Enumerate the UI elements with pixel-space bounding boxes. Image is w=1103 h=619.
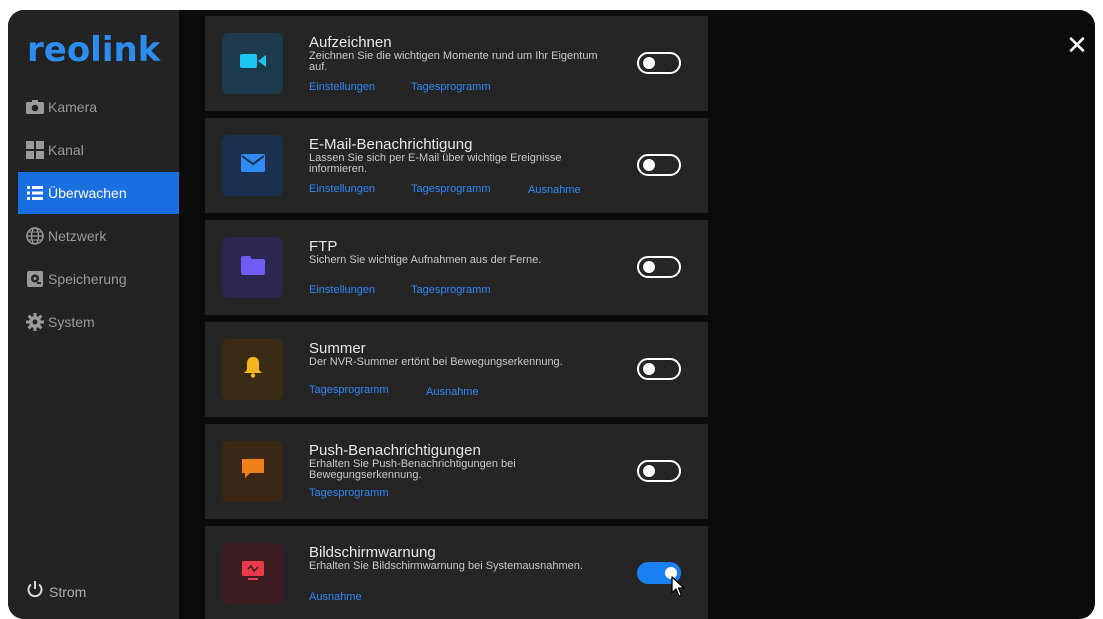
tile [222,237,283,298]
tile [222,543,283,604]
card-email: E-Mail-Benachrichtigung Lassen Sie sich … [205,118,708,213]
toggle-knob [643,57,655,69]
card-description: Zeichnen Sie die wichtigen Momente rund … [309,50,598,73]
link-tagesprogramm[interactable]: Tagesprogramm [309,384,388,396]
sidebar-item-label: Kamera [48,99,98,115]
toggle-push[interactable] [637,460,681,482]
link-einstellungen[interactable]: Einstellungen [309,183,375,195]
power-label: Strom [49,583,87,600]
toggle-knob [643,363,655,375]
sidebar-item-speicherung[interactable]: Speicherung [18,258,179,300]
tile [222,441,283,502]
reolink-logo: reolink [27,30,161,70]
globe-icon [26,227,44,245]
toggle-ftp[interactable] [637,256,681,278]
bell-icon [243,356,263,383]
sidebar-item-kamera[interactable]: Kamera [18,86,179,128]
link-einstellungen[interactable]: Einstellungen [309,81,375,93]
folder-icon [240,255,265,280]
card-bildschirmwarnung: Bildschirmwarnung Erhalten Sie Bildschir… [205,526,708,619]
card-description: Erhalten Sie Push-Benachrichtigungen bei… [309,458,516,481]
sidebar-item-ueberwachen[interactable]: Überwachen [18,172,179,214]
power-button[interactable]: Strom [26,580,86,603]
settings-window: reolink Kamera Kanal Überwachen Netzwerk [8,10,1095,619]
monitoring-settings-list: Aufzeichnen Zeichnen Sie die wichtigen M… [205,10,708,619]
sidebar-item-system[interactable]: System [18,301,179,343]
link-ausnahme[interactable]: Ausnahme [426,386,479,398]
toggle-knob [643,261,655,273]
card-description: Der NVR-Summer ertönt bei Bewegungserken… [309,356,563,368]
video-camera-icon [239,52,266,75]
card-aufzeichnen: Aufzeichnen Zeichnen Sie die wichtigen M… [205,16,708,111]
card-title: Push-Benachrichtigungen [309,442,481,459]
mouse-pointer-icon [671,576,685,603]
link-tagesprogramm[interactable]: Tagesprogramm [411,183,490,195]
link-tagesprogramm[interactable]: Tagesprogramm [411,284,490,296]
card-summer: Summer Der NVR-Summer ertönt bei Bewegun… [205,322,708,417]
sidebar-item-label: Netzwerk [48,228,107,244]
link-tagesprogramm[interactable]: Tagesprogramm [309,487,388,499]
sidebar-item-label: System [48,314,95,330]
storage-icon [26,270,44,288]
power-icon [26,580,44,603]
card-title: Summer [309,340,366,357]
close-icon[interactable]: ✕ [1065,33,1089,59]
list-icon [26,184,44,202]
link-ausnahme[interactable]: Ausnahme [309,591,362,603]
gear-icon [26,313,44,331]
grid-icon [26,141,44,159]
envelope-icon [240,154,265,177]
card-push: Push-Benachrichtigungen Erhalten Sie Pus… [205,424,708,519]
card-description: Lassen Sie sich per E-Mail über wichtige… [309,152,562,175]
sidebar-item-netzwerk[interactable]: Netzwerk [18,215,179,257]
card-title: FTP [309,238,338,255]
link-tagesprogramm[interactable]: Tagesprogramm [411,81,490,93]
chat-bubble-icon [241,459,264,484]
card-description: Erhalten Sie Bildschirmwarnung bei Syste… [309,560,583,572]
toggle-email[interactable] [637,154,681,176]
card-title: Aufzeichnen [309,34,392,51]
toggle-knob [643,465,655,477]
tile [222,339,283,400]
sidebar-item-kanal[interactable]: Kanal [18,129,179,171]
camera-icon [26,98,44,116]
sidebar-item-label: Überwachen [48,185,127,201]
sidebar-item-label: Kanal [48,142,84,158]
card-ftp: FTP Sichern Sie wichtige Aufnahmen aus d… [205,220,708,315]
card-title: Bildschirmwarnung [309,544,436,561]
toggle-summer[interactable] [637,358,681,380]
link-einstellungen[interactable]: Einstellungen [309,284,375,296]
link-ausnahme[interactable]: Ausnahme [528,184,581,196]
card-title: E-Mail-Benachrichtigung [309,136,473,153]
tile [222,33,283,94]
sidebar: reolink Kamera Kanal Überwachen Netzwerk [8,10,179,619]
sidebar-item-label: Speicherung [48,271,127,287]
toggle-knob [643,159,655,171]
tile [222,135,283,196]
toggle-aufzeichnen[interactable] [637,52,681,74]
monitor-warning-icon [241,561,264,586]
card-description: Sichern Sie wichtige Aufnahmen aus der F… [309,254,542,266]
